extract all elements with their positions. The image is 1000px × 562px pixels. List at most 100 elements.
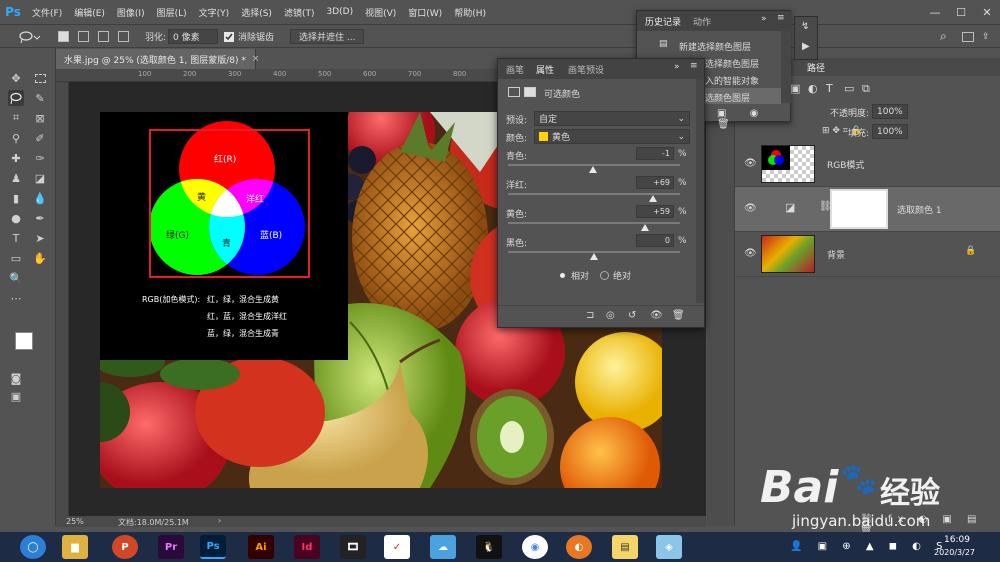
pen-tool-icon[interactable]: ✒	[32, 210, 48, 226]
menu-window[interactable]: 窗口(W)	[402, 6, 448, 19]
blur-tool-icon[interactable]: 💧	[32, 190, 48, 206]
fill-input[interactable]: 100%	[872, 124, 908, 139]
menu-layer[interactable]: 图层(L)	[151, 6, 193, 19]
tab-brush[interactable]: 画笔	[506, 63, 524, 76]
tab-properties[interactable]: 属性	[536, 63, 554, 76]
frame-tool-icon[interactable]: ⊠	[32, 110, 48, 126]
history-item-active[interactable]: 选颜色图层	[705, 88, 781, 104]
menu-help[interactable]: 帮助(H)	[448, 6, 492, 19]
menu-file[interactable]: 文件(F)	[26, 6, 68, 19]
dodge-tool-icon[interactable]: ●	[8, 210, 24, 226]
layer-row-background[interactable]: 👁 背景 🔒	[735, 232, 1000, 277]
layer-mask-thumbnail[interactable]	[830, 189, 888, 229]
document-tab[interactable]: 水果.jpg @ 25% (选取颜色 1, 图层蒙版/8) * ×	[56, 49, 259, 69]
zoom-level[interactable]: 25%	[66, 517, 84, 526]
slider-value-input[interactable]: +59	[636, 205, 674, 218]
visibility-icon[interactable]: 👁	[650, 310, 663, 321]
menu-filter[interactable]: 滤镜(T)	[278, 6, 321, 19]
antialias-checkbox[interactable]: 消除锯齿	[224, 29, 274, 44]
history-scrollbar[interactable]	[781, 31, 791, 103]
layer-name[interactable]: RGB模式	[827, 158, 864, 171]
select-and-mask-button[interactable]: 选择并遮住 ...	[290, 29, 365, 44]
lasso-tool-icon[interactable]	[8, 90, 24, 106]
brush-tool-icon[interactable]: ✐	[32, 130, 48, 146]
delete-icon[interactable]: 🗑	[672, 310, 685, 321]
intersect-selection-icon[interactable]	[118, 29, 129, 44]
lasso-tool-preset-icon[interactable]	[18, 29, 40, 44]
panel-collapse-icon[interactable]: »	[674, 62, 680, 72]
status-menu-icon[interactable]: ›	[218, 516, 221, 525]
play-icon[interactable]: ▶	[802, 41, 810, 52]
foreground-color-swatch[interactable]	[15, 332, 33, 350]
layer-row-rgb[interactable]: 👁 RGB模式	[735, 142, 1000, 187]
subtract-selection-icon[interactable]	[98, 29, 109, 44]
search-icon[interactable]: ⌕	[940, 29, 947, 44]
mask-icon[interactable]	[524, 87, 536, 97]
quick-select-tool-icon[interactable]: ✎	[32, 90, 48, 106]
layer-name[interactable]: 背景	[827, 248, 845, 261]
slider-thumb[interactable]	[589, 166, 598, 173]
menu-select[interactable]: 选择(S)	[235, 6, 278, 19]
filter-image-icon[interactable]: ▣	[790, 82, 800, 95]
powerpoint-icon[interactable]: P	[112, 535, 138, 559]
add-selection-icon[interactable]	[78, 29, 89, 44]
tab-history[interactable]: 历史记录	[645, 15, 681, 28]
eye-icon[interactable]: 👁	[744, 248, 757, 259]
slider-thumb[interactable]	[590, 253, 598, 260]
eye-icon[interactable]: 👁	[744, 203, 757, 214]
menu-3d[interactable]: 3D(D)	[320, 7, 359, 17]
notes-icon[interactable]: ▤	[612, 535, 638, 559]
panel-menu-icon[interactable]: ≡	[690, 61, 698, 71]
tab-paths[interactable]: 路径	[807, 61, 825, 74]
tab-brush-presets[interactable]: 画笔预设	[568, 63, 604, 76]
colors-select[interactable]: 黄色 ⌄	[534, 129, 690, 144]
photoshop-icon[interactable]: Ps	[200, 535, 226, 559]
menu-image[interactable]: 图像(I)	[111, 6, 151, 19]
workspace-icon[interactable]	[962, 29, 974, 44]
slider-thumb[interactable]	[640, 224, 649, 231]
screen-mode-icon[interactable]: ▣	[8, 388, 24, 404]
maximize-button[interactable]: ☐	[948, 0, 974, 24]
preset-select[interactable]: 自定 ⌄	[534, 111, 690, 126]
crop-tool-icon[interactable]: ⌗	[8, 110, 24, 126]
chrome-icon[interactable]: ◉	[522, 535, 548, 559]
indesign-icon[interactable]: Id	[294, 535, 320, 559]
marquee-tool-icon[interactable]	[32, 70, 48, 86]
quick-mask-icon[interactable]: ◙	[8, 370, 24, 386]
premiere-icon[interactable]: Pr	[158, 535, 184, 559]
system-tray-icons[interactable]: 👤 ▣ ⊕ ▲ ◼ ◐ S	[790, 541, 948, 552]
path-select-tool-icon[interactable]: ➤	[32, 230, 48, 246]
filter-adjust-icon[interactable]: ◐	[808, 82, 818, 95]
gradient-tool-icon[interactable]: ▮	[8, 190, 24, 206]
type-tool-icon[interactable]: T	[8, 230, 24, 246]
menu-edit[interactable]: 编辑(E)	[68, 6, 111, 19]
view-previous-icon[interactable]: ◎	[606, 310, 615, 321]
slider-value-input[interactable]: 0	[636, 234, 674, 247]
history-snapshot-icon[interactable]: ↯	[801, 21, 809, 32]
eraser-tool-icon[interactable]: ◪	[32, 170, 48, 186]
stamp-tool-icon[interactable]: ♟	[8, 170, 24, 186]
app-icon-orange[interactable]: ◐	[566, 535, 592, 559]
slider-track[interactable]	[508, 222, 680, 224]
start-button-icon[interactable]: ◯	[20, 535, 46, 559]
tab-actions[interactable]: 动作	[693, 15, 711, 28]
app-icon-red[interactable]: ✓	[384, 535, 410, 559]
doc-info[interactable]: 文档:18.0M/25.1M	[118, 517, 189, 528]
panel-menu-icon[interactable]: ≡	[777, 13, 785, 23]
layer-name[interactable]: 选取颜色 1	[897, 203, 942, 216]
slider-value-input[interactable]: +69	[636, 176, 674, 189]
move-tool-icon[interactable]: ✥	[8, 70, 24, 86]
shape-tool-icon[interactable]: ▭	[8, 250, 24, 266]
panel-collapse-icon[interactable]: »	[761, 14, 767, 24]
filter-type-icon[interactable]: T	[826, 82, 833, 95]
minimize-button[interactable]: —	[922, 0, 948, 24]
reset-icon[interactable]: ↺	[628, 310, 636, 321]
feather-input[interactable]: 0 像素	[168, 29, 218, 44]
file-explorer-icon[interactable]: ▆	[62, 535, 88, 559]
menu-type[interactable]: 文字(Y)	[193, 6, 236, 19]
app-icon-chat[interactable]: ☁	[430, 535, 456, 559]
properties-scrollbar[interactable]	[696, 79, 704, 303]
clock-time[interactable]: 16:09	[944, 535, 970, 545]
slider-thumb[interactable]	[649, 195, 658, 202]
hand-tool-icon[interactable]: ✋	[32, 250, 48, 266]
